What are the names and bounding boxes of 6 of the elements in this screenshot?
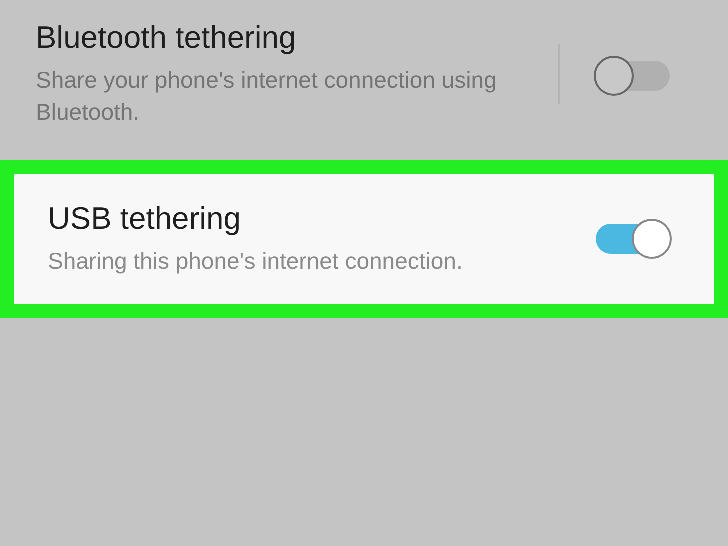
setting-title: USB tethering: [48, 201, 242, 237]
toggle-switch[interactable]: [594, 219, 672, 259]
setting-summary: Sharing this phone's internet connection.: [48, 247, 464, 276]
toggle-switch[interactable]: [594, 56, 672, 96]
setting-title: Bluetooth tethering: [36, 20, 298, 56]
setting-summary: Share your phone's internet connection using Bluetooth.: [36, 66, 498, 127]
